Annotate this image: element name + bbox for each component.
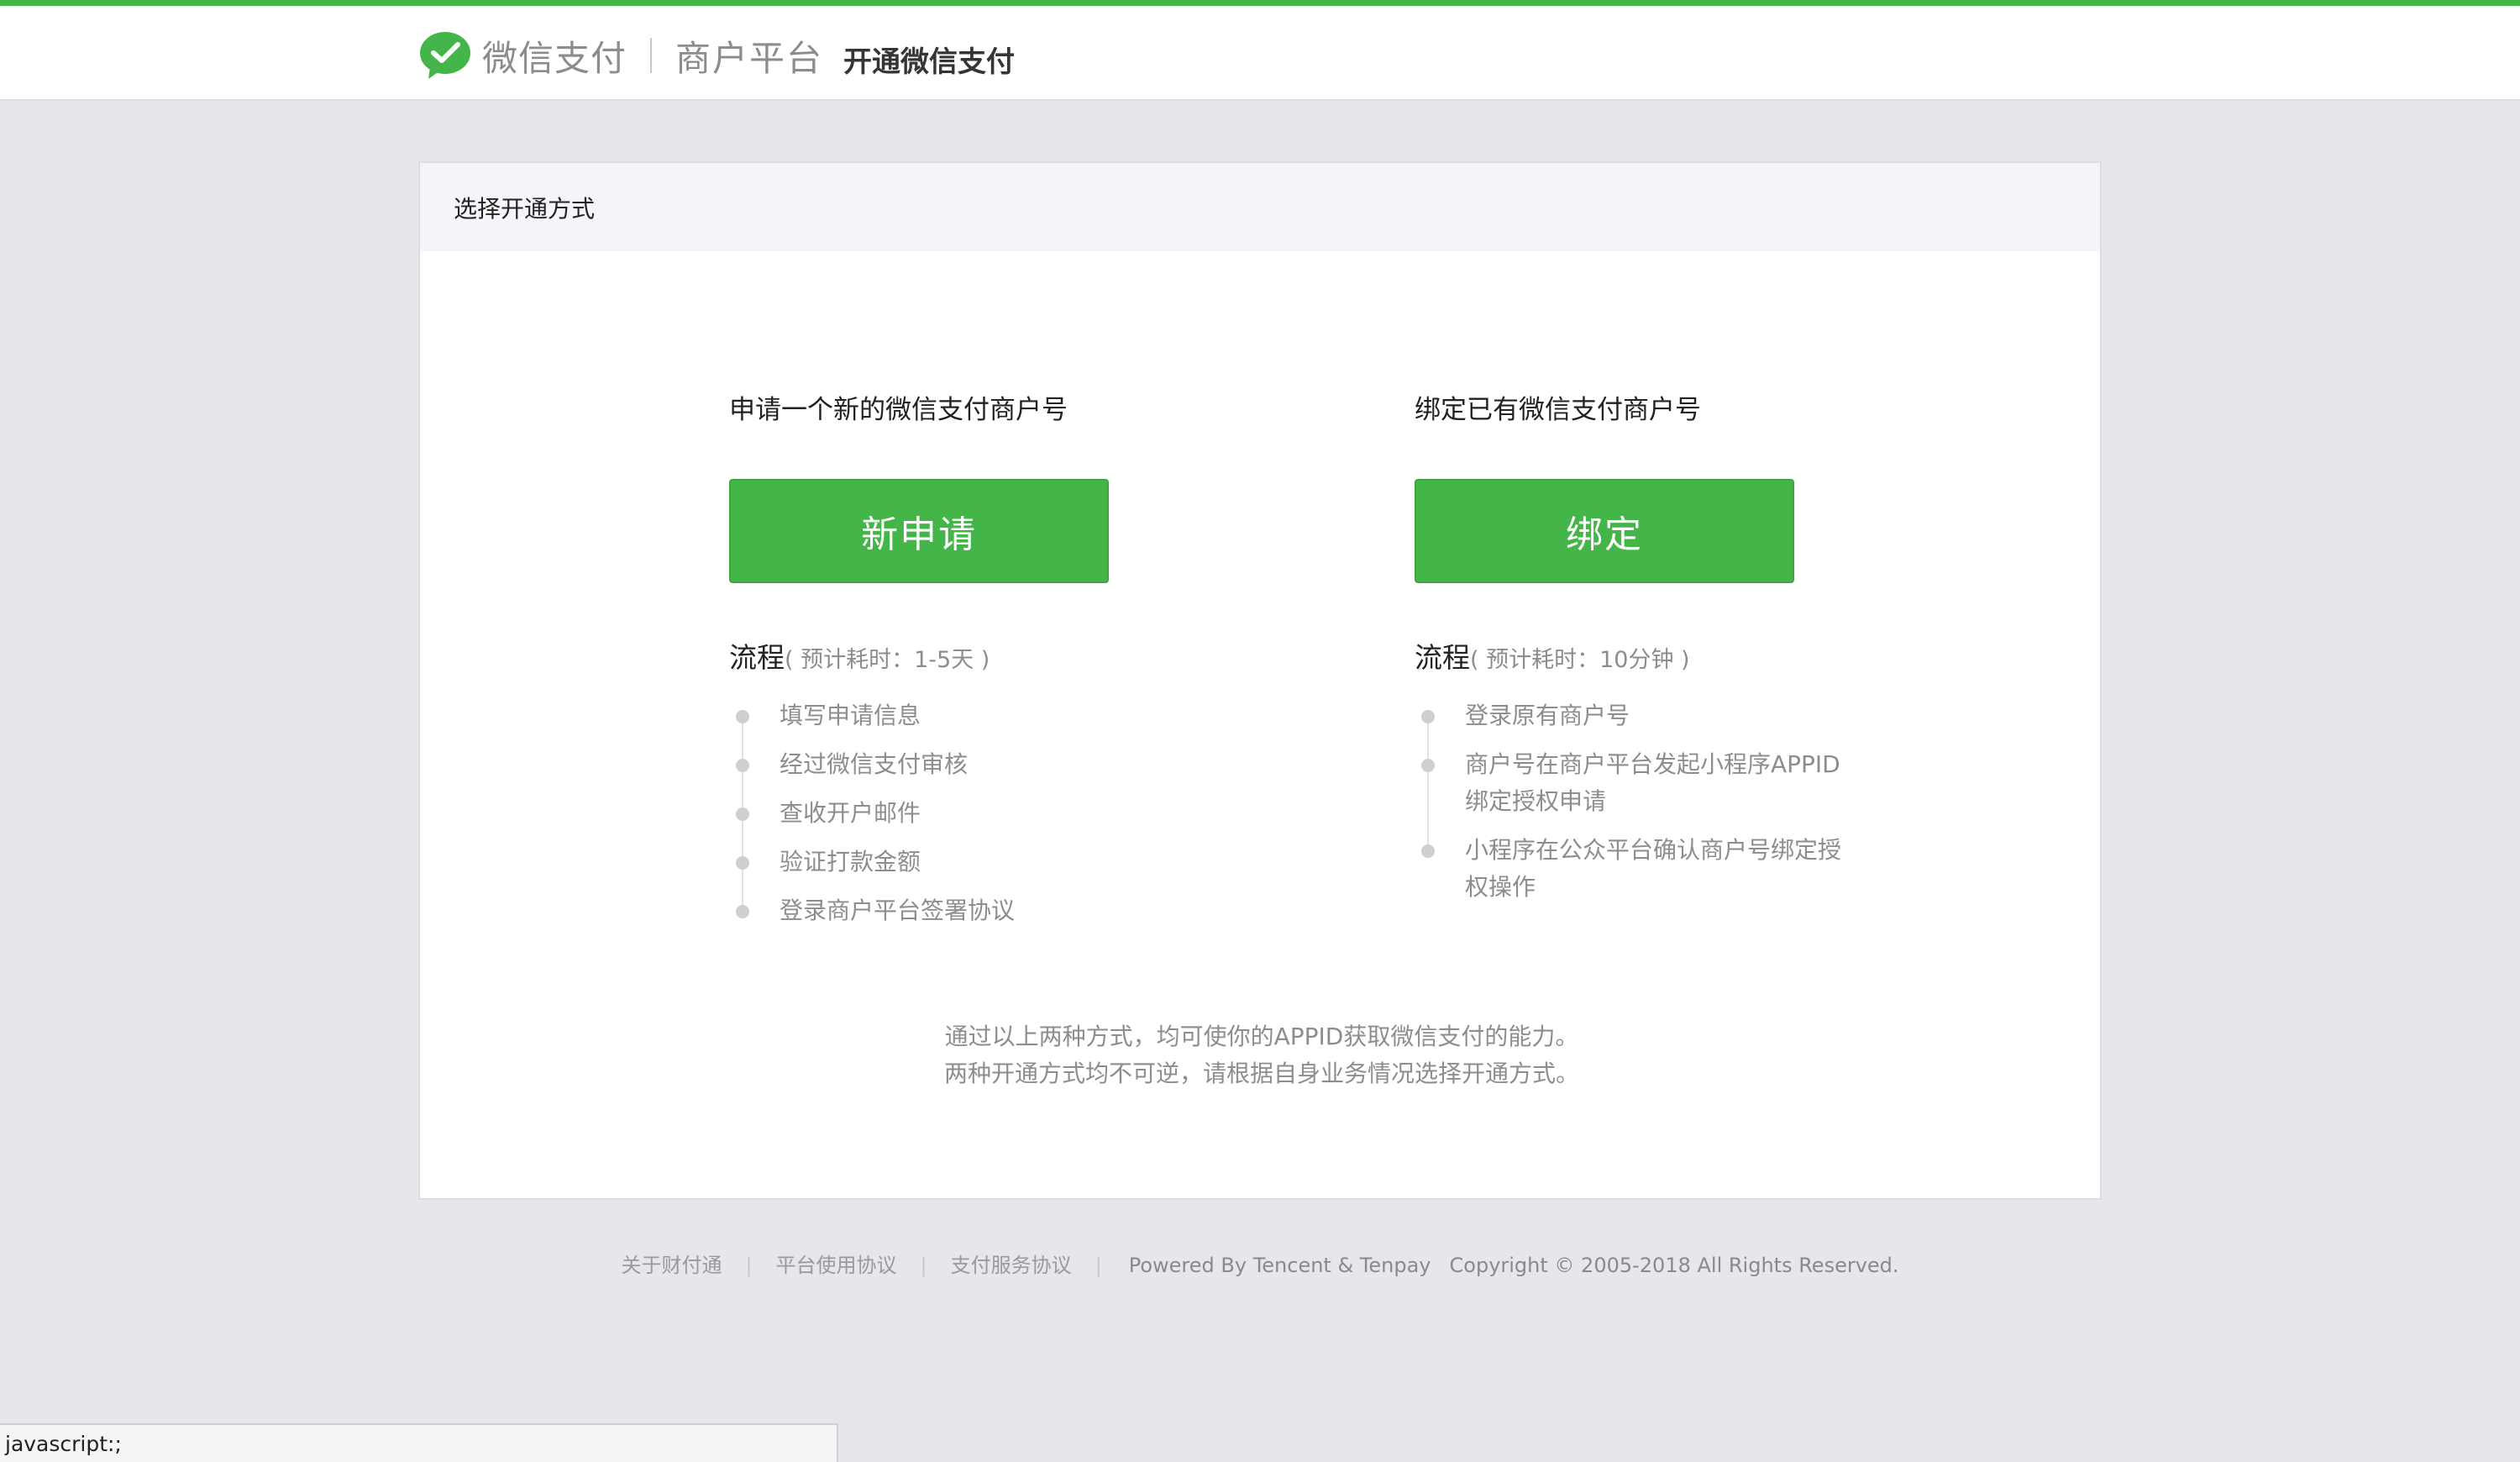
- browser-status-bar: javascript:;: [0, 1423, 838, 1462]
- brand[interactable]: 微信支付 商户平台 开通微信支付: [418, 29, 1015, 82]
- card-title: 选择开通方式: [420, 163, 2100, 251]
- copyright: Copyright © 2005-2018 All Rights Reserve…: [1449, 1254, 1899, 1277]
- list-item: 经过微信支付审核: [729, 746, 1200, 795]
- footer-link-platform-agreement[interactable]: 平台使用协议: [776, 1254, 897, 1277]
- step-dot-icon: [1421, 759, 1435, 772]
- new-apply-steps: 填写申请信息 经过微信支付审核 查收开户邮件 验证打款金额 登录商户平台签署协议: [729, 697, 1200, 941]
- new-apply-flow-title: 流程( 预计耗时：1-5天 ): [729, 635, 990, 676]
- step-dot-icon: [1421, 844, 1435, 858]
- flow-time: ( 预计耗时：10分钟 ): [1470, 647, 1690, 673]
- list-item: 验证打款金额: [729, 844, 1200, 892]
- brand-divider: [650, 38, 653, 73]
- wechat-logo-icon: [420, 32, 470, 79]
- step-dot-icon: [1421, 710, 1435, 723]
- footer-separator: |: [1095, 1254, 1102, 1277]
- list-item: 商户号在商户平台发起小程序APPID 绑定授权申请: [1415, 746, 1885, 820]
- flow-time: ( 预计耗时：1-5天 ): [785, 647, 990, 673]
- footer-separator: |: [745, 1254, 753, 1277]
- step-dot-icon: [736, 856, 749, 870]
- brand-name: 微信支付: [482, 37, 627, 79]
- step-dot-icon: [736, 759, 749, 772]
- footer-link-payment-agreement[interactable]: 支付服务协议: [951, 1254, 1072, 1277]
- bind-button[interactable]: 绑定: [1415, 479, 1794, 583]
- new-apply-button[interactable]: 新申请: [729, 479, 1109, 583]
- powered-by: Powered By Tencent & Tenpay: [1128, 1254, 1431, 1277]
- top-accent-bar: [0, 0, 2520, 6]
- footer-separator: |: [920, 1254, 927, 1277]
- flow-label: 流程: [1415, 641, 1470, 674]
- footer-link-about[interactable]: 关于财付通: [621, 1254, 722, 1277]
- new-apply-heading: 申请一个新的微信支付商户号: [729, 395, 1068, 425]
- bind-flow-title: 流程( 预计耗时：10分钟 ): [1415, 635, 1690, 676]
- footer: 关于财付通 | 平台使用协议 | 支付服务协议 | Powered By Tencent &…: [0, 1249, 2520, 1278]
- page-subtitle: 开通微信支付: [843, 45, 1016, 79]
- list-item: 登录商户平台签署协议: [729, 892, 1200, 941]
- notice-line-1: 通过以上两种方式，均可使你的APPID获取微信支付的能力。: [944, 1023, 1579, 1050]
- notice-line-2: 两种开通方式均不可逆，请根据自身业务情况选择开通方式。: [943, 1060, 1579, 1087]
- step-dot-icon: [736, 710, 749, 723]
- bind-steps: 登录原有商户号 商户号在商户平台发起小程序APPID 绑定授权申请 小程序在公众平…: [1415, 697, 1885, 918]
- list-item: 查收开户邮件: [729, 795, 1200, 844]
- platform-name: 商户平台: [675, 37, 824, 79]
- bind-heading: 绑定已有微信支付商户号: [1415, 395, 1701, 425]
- flow-label: 流程: [729, 641, 785, 674]
- list-item: 小程序在公众平台确认商户号绑定授 权操作: [1415, 832, 1885, 906]
- open-method-card: 选择开通方式 申请一个新的微信支付商户号 新申请 流程( 预计耗时：1-5天 )…: [418, 161, 2102, 1200]
- header: 微信支付 商户平台 开通微信支付: [0, 6, 2520, 101]
- step-dot-icon: [736, 807, 749, 821]
- step-dot-icon: [736, 905, 749, 918]
- list-item: 登录原有商户号: [1415, 697, 1885, 734]
- list-item: 填写申请信息: [729, 697, 1200, 746]
- notice-text: 通过以上两种方式，均可使你的APPID获取微信支付的能力。 两种开通方式均不可逆…: [420, 1018, 2103, 1092]
